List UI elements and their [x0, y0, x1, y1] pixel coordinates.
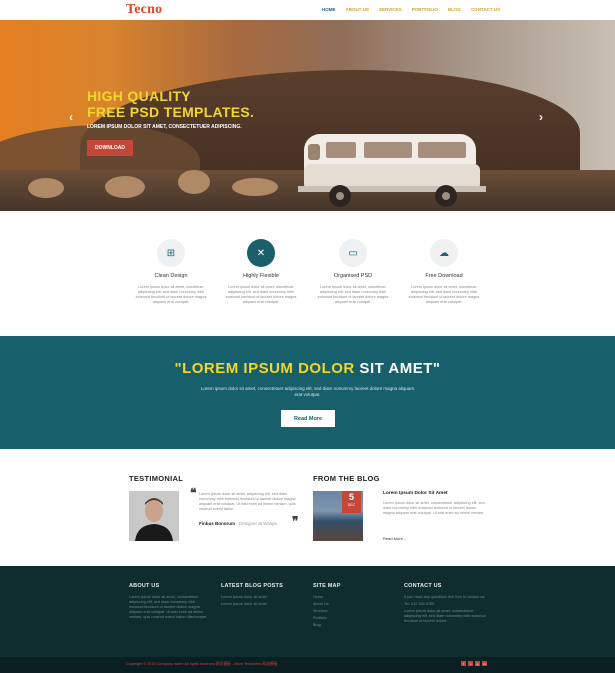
banner-text: Lorem ipsum dolor sit amet, consectetuer… — [200, 386, 415, 397]
banner-title-highlight: "LOREM IPSUM DOLOR — [174, 360, 355, 377]
folder-icon: ▭ — [339, 239, 367, 267]
footer-sitemap-link[interactable]: Services — [313, 609, 383, 614]
nav-blog[interactable]: BLOG — [448, 7, 461, 12]
nav-about-us[interactable]: ABOUT US — [346, 7, 370, 12]
quote-close-icon: ❞ — [292, 514, 299, 528]
footer-about-text: Lorem ipsum dolor sit amet, consectetuer… — [129, 595, 208, 619]
blog-heading: FROM THE BLOG — [313, 474, 380, 483]
site-header: Tecno HOME ABOUT US SERVICES PORTFOLIO B… — [0, 0, 615, 20]
hero-van-image — [298, 134, 486, 207]
copyright-text: Copyright © 2015 Company name All rights… — [126, 662, 278, 666]
feature-text: Lorem ipsum dolor sit amet, nsectetuer a… — [135, 285, 207, 304]
chevron-right-icon[interactable]: › — [539, 110, 543, 124]
callout-banner: "LOREM IPSUM DOLOR SIT AMET" Lorem ipsum… — [0, 336, 615, 449]
nav-contact-us[interactable]: CONTACT US — [471, 7, 500, 12]
blog-date-badge: 5 DEC — [342, 491, 361, 513]
footer-about: ABOUT US Lorem ipsum dolor sit amet, con… — [129, 583, 209, 620]
windows-icon: ⊞ — [157, 239, 185, 267]
linkedin-icon[interactable]: in — [482, 661, 487, 666]
testimonial-heading: TESTIMONIAL — [129, 474, 184, 483]
footer-about-heading: ABOUT US — [129, 583, 160, 589]
blog-post-excerpt: Lorem ipsum dolor sit amet, consectetuer… — [383, 501, 485, 515]
chevron-left-icon[interactable]: ‹ — [69, 110, 73, 124]
feature-title: Clean Design — [154, 273, 188, 279]
hero-title-line2: FREE PSD TEMPLATES. — [87, 104, 255, 120]
feature-text: Lorem ipsum dolor sit amet, nsectetuer a… — [317, 285, 389, 304]
testimonial-author-role: - Designer at Wasps — [236, 521, 277, 526]
feature-item: ▭ Organised PSD Lorem ipsum dolor sit am… — [313, 239, 393, 305]
feature-text: Lorem ipsum dolor sit amet, nsectetuer a… — [225, 285, 297, 304]
footer-post-link[interactable]: Lorem ipsum dolor sit amet — [221, 602, 299, 607]
feature-item: ✕ Highly Flexible Lorem ipsum dolor sit … — [221, 239, 301, 305]
person-photo-icon — [129, 491, 179, 541]
google-plus-icon[interactable]: g — [475, 661, 480, 666]
hero-rock — [28, 178, 64, 198]
hero-title: HIGH QUALITY FREE PSD TEMPLATES. — [87, 88, 254, 120]
hero-slider: HIGH QUALITY FREE PSD TEMPLATES. LOREM I… — [0, 20, 615, 211]
blog-post-title[interactable]: Lorem Ipsum Dolor Sit Amet — [383, 491, 448, 496]
feature-title: Highly Flexible — [243, 273, 279, 279]
footer-posts-heading: LATEST BLOG POSTS — [221, 583, 283, 589]
feature-item: ☁ Free Download Lorem ipsum dolor sit am… — [404, 239, 484, 305]
nav-services[interactable]: SERVICES — [379, 7, 402, 12]
read-more-button[interactable]: Read More — [281, 410, 335, 427]
hero-rock — [105, 176, 145, 198]
feature-title: Organised PSD — [333, 273, 373, 279]
footer-sitemap-link[interactable]: Blog — [313, 623, 383, 628]
nav-portfolio[interactable]: PORTFOLIO — [412, 7, 438, 12]
features-section: ⊞ Clean Design Lorem ipsum dolor sit ame… — [0, 211, 615, 336]
footer-latest-posts: LATEST BLOG POSTS Lorem ipsum dolor sit … — [221, 583, 299, 609]
copyright-bar — [0, 657, 615, 673]
main-nav: HOME ABOUT US SERVICES PORTFOLIO BLOG CO… — [322, 7, 500, 12]
cloud-download-icon: ☁ — [430, 239, 458, 267]
blog-date-day: 5 — [348, 492, 354, 502]
twitter-icon[interactable]: t — [468, 661, 473, 666]
arrows-expand-icon: ✕ — [247, 239, 275, 267]
footer-sitemap: SITE MAP Home About Us Services Portfoli… — [313, 583, 383, 630]
blog-date-month: DEC — [347, 503, 356, 507]
download-button[interactable]: DOWNLOAD — [87, 140, 133, 156]
testimonial-avatar — [129, 491, 179, 541]
nav-home[interactable]: HOME — [322, 7, 336, 12]
banner-title: "LOREM IPSUM DOLOR SIT AMET" — [0, 360, 615, 377]
footer-sitemap-link[interactable]: Home — [313, 595, 383, 600]
site-footer — [0, 566, 615, 657]
footer-contact-heading: CONTACT US — [404, 583, 442, 589]
footer-contact: CONTACT US If you have any questions fee… — [404, 583, 486, 626]
hero-rock — [232, 178, 278, 196]
social-links: f t g in — [461, 661, 487, 666]
footer-sitemap-heading: SITE MAP — [313, 583, 341, 589]
testimonial-author: Finbus Bonorum - Designer at Wasps — [199, 521, 277, 526]
footer-sitemap-link[interactable]: Portfolio — [313, 616, 383, 621]
footer-contact-line: If you have any questions feel free to c… — [404, 595, 486, 599]
footer-contact-line: Lorem ipsum dolor sit amet, consectetuer… — [404, 609, 486, 623]
blog-read-more-link[interactable]: Read More... — [383, 536, 406, 541]
feature-text: Lorem ipsum dolor sit amet, nsectetuer a… — [408, 285, 480, 304]
feature-item: ⊞ Clean Design Lorem ipsum dolor sit ame… — [131, 239, 211, 305]
hero-subtitle: LOREM IPSUM DOLOR SIT AMET, CONSECTETUER… — [87, 124, 242, 130]
banner-title-rest: SIT AMET" — [354, 360, 441, 377]
footer-contact-phone: Tel: 012 345 6789 — [404, 602, 435, 606]
site-logo[interactable]: Tecno — [126, 2, 162, 18]
quote-open-icon: ❝ — [190, 486, 197, 500]
testimonial-text: Lorem ipsum dolor sit amet, adipiscing e… — [199, 492, 296, 511]
feature-title: Free Download — [425, 273, 463, 279]
hero-title-line1: HIGH QUALITY — [87, 88, 191, 104]
footer-sitemap-link[interactable]: About Us — [313, 602, 383, 607]
facebook-icon[interactable]: f — [461, 661, 466, 666]
testimonial-blog-section — [0, 449, 615, 566]
footer-post-link[interactable]: Lorem ipsum dolor sit amet — [221, 595, 299, 600]
hero-rock — [178, 170, 210, 194]
testimonial-author-name: Finbus Bonorum — [199, 521, 235, 526]
